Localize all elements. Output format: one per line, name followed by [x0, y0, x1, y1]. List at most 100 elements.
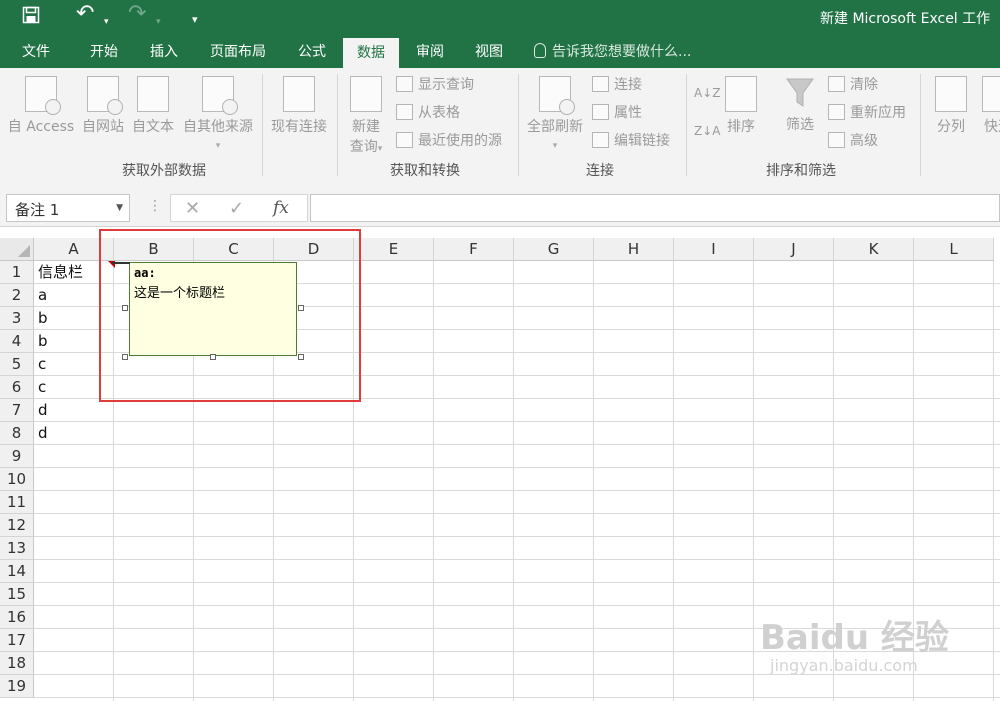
enter-icon[interactable]: ✓	[229, 198, 244, 219]
advanced-filter-icon	[828, 132, 845, 148]
cell-a5[interactable]: c	[38, 353, 46, 376]
chevron-down-icon[interactable]: ▼	[116, 203, 123, 213]
show-queries-button[interactable]: 显示查询	[396, 74, 474, 96]
clear-filter-button[interactable]: 清除	[828, 74, 878, 96]
row-header-19[interactable]: 19	[0, 675, 34, 698]
advanced-filter-button[interactable]: 高级	[828, 130, 878, 152]
existing-connections-button[interactable]: 现有连接	[268, 76, 330, 136]
column-header-e[interactable]: E	[354, 238, 434, 261]
customize-quick-access-icon[interactable]: ▾	[192, 9, 198, 31]
column-header-k[interactable]: K	[834, 238, 914, 261]
sort-button[interactable]: 排序	[722, 76, 760, 136]
row-header-12[interactable]: 12	[0, 514, 34, 537]
connections-button[interactable]: 连接	[592, 74, 642, 96]
row-header-4[interactable]: 4	[0, 330, 34, 353]
row-header-13[interactable]: 13	[0, 537, 34, 560]
column-header-l[interactable]: L	[914, 238, 994, 261]
cell-a3[interactable]: b	[38, 307, 48, 330]
divider	[337, 74, 338, 176]
properties-label: 属性	[614, 105, 642, 121]
insert-function-icon[interactable]: fx	[273, 198, 289, 218]
tab-home[interactable]: 开始	[78, 36, 130, 68]
cell-a7[interactable]: d	[38, 399, 48, 422]
redo-icon[interactable]: ↷	[128, 3, 146, 25]
tab-insert[interactable]: 插入	[138, 36, 190, 68]
row-header-11[interactable]: 11	[0, 491, 34, 514]
from-access-button[interactable]: 自 Access	[6, 76, 76, 136]
properties-button[interactable]: 属性	[592, 102, 642, 124]
reapply-label: 重新应用	[850, 105, 906, 121]
formula-bar-grip-icon[interactable]: ⋮	[148, 198, 162, 214]
lightbulb-icon	[534, 43, 546, 58]
sort-descending-button[interactable]: Z↓A	[694, 120, 720, 142]
tab-file[interactable]: 文件	[10, 36, 62, 68]
row-header-6[interactable]: 6	[0, 376, 34, 399]
formula-input[interactable]	[310, 194, 1000, 222]
chevron-down-icon: ▾	[377, 144, 383, 154]
new-query-label-2: 查询	[349, 139, 378, 155]
tab-review[interactable]: 审阅	[404, 36, 456, 68]
column-header-g[interactable]: G	[514, 238, 594, 261]
reapply-icon	[828, 104, 845, 120]
divider	[262, 74, 263, 176]
recent-sources-button[interactable]: 最近使用的源	[396, 130, 502, 152]
divider	[686, 74, 687, 176]
row-header-3[interactable]: 3	[0, 307, 34, 330]
from-text-button[interactable]: 自文本	[130, 76, 176, 136]
refresh-all-button[interactable]: 全部刷新 ▾	[524, 76, 586, 152]
connections-label: 连接	[614, 77, 642, 93]
flash-fill-button[interactable]: 快速	[978, 76, 1000, 136]
reapply-button[interactable]: 重新应用	[828, 102, 906, 124]
undo-dropdown-icon[interactable]: ▾	[104, 11, 109, 33]
row-header-17[interactable]: 17	[0, 629, 34, 652]
recent-sources-icon	[396, 132, 413, 148]
save-icon[interactable]	[22, 6, 40, 30]
from-table-button[interactable]: 从表格	[396, 102, 460, 124]
row-header-7[interactable]: 7	[0, 399, 34, 422]
column-header-j[interactable]: J	[754, 238, 834, 261]
cell-a4[interactable]: b	[38, 330, 48, 353]
new-query-button[interactable]: 新建 查询▾	[342, 76, 390, 156]
cell-a1[interactable]: 信息栏	[38, 261, 83, 284]
row-header-18[interactable]: 18	[0, 652, 34, 675]
row-header-16[interactable]: 16	[0, 606, 34, 629]
tab-data[interactable]: 数据	[343, 38, 399, 68]
cell-a6[interactable]: c	[38, 376, 46, 399]
from-web-label: 自网站	[82, 119, 124, 135]
sort-ascending-button[interactable]: A↓Z	[694, 82, 720, 104]
ribbon-data: 自 Access 自网站 自文本 自其他来源 ▾ 现有连接 获取外部数据 新建 …	[0, 68, 1000, 181]
row-header-15[interactable]: 15	[0, 583, 34, 606]
tell-me-text: 告诉我您想要做什么...	[552, 44, 692, 60]
undo-icon[interactable]: ↶	[76, 3, 94, 25]
cell-a8[interactable]: d	[38, 422, 48, 445]
tell-me-search[interactable]: 告诉我您想要做什么...	[534, 36, 691, 68]
column-header-h[interactable]: H	[594, 238, 674, 261]
row-header-1[interactable]: 1	[0, 261, 34, 284]
column-header-i[interactable]: I	[674, 238, 754, 261]
tab-view[interactable]: 视图	[463, 36, 515, 68]
cancel-icon[interactable]: ✕	[185, 198, 200, 219]
from-web-button[interactable]: 自网站	[80, 76, 126, 136]
row-header-9[interactable]: 9	[0, 445, 34, 468]
row-header-2[interactable]: 2	[0, 284, 34, 307]
tab-page-layout[interactable]: 页面布局	[200, 36, 276, 68]
redo-dropdown-icon[interactable]: ▾	[156, 11, 161, 33]
edit-links-button[interactable]: 编辑链接	[592, 130, 670, 152]
row-header-5[interactable]: 5	[0, 353, 34, 376]
existing-connections-label: 现有连接	[271, 119, 327, 135]
row-header-14[interactable]: 14	[0, 560, 34, 583]
recent-sources-label: 最近使用的源	[418, 133, 502, 149]
text-to-columns-button[interactable]: 分列	[930, 76, 972, 136]
flash-fill-icon	[982, 76, 1000, 112]
column-header-f[interactable]: F	[434, 238, 514, 261]
cell-a2[interactable]: a	[38, 284, 47, 307]
from-other-sources-button[interactable]: 自其他来源 ▾	[180, 76, 256, 152]
tab-formulas[interactable]: 公式	[286, 36, 338, 68]
select-all-button[interactable]	[0, 238, 34, 261]
row-header-8[interactable]: 8	[0, 422, 34, 445]
filter-button[interactable]: 筛选	[780, 76, 820, 134]
name-box[interactable]: 备注 1 ▼	[6, 194, 130, 222]
formula-bar: 备注 1 ▼ ⋮ ✕ ✓ fx	[0, 180, 1000, 227]
filter-label: 筛选	[786, 117, 814, 133]
row-header-10[interactable]: 10	[0, 468, 34, 491]
